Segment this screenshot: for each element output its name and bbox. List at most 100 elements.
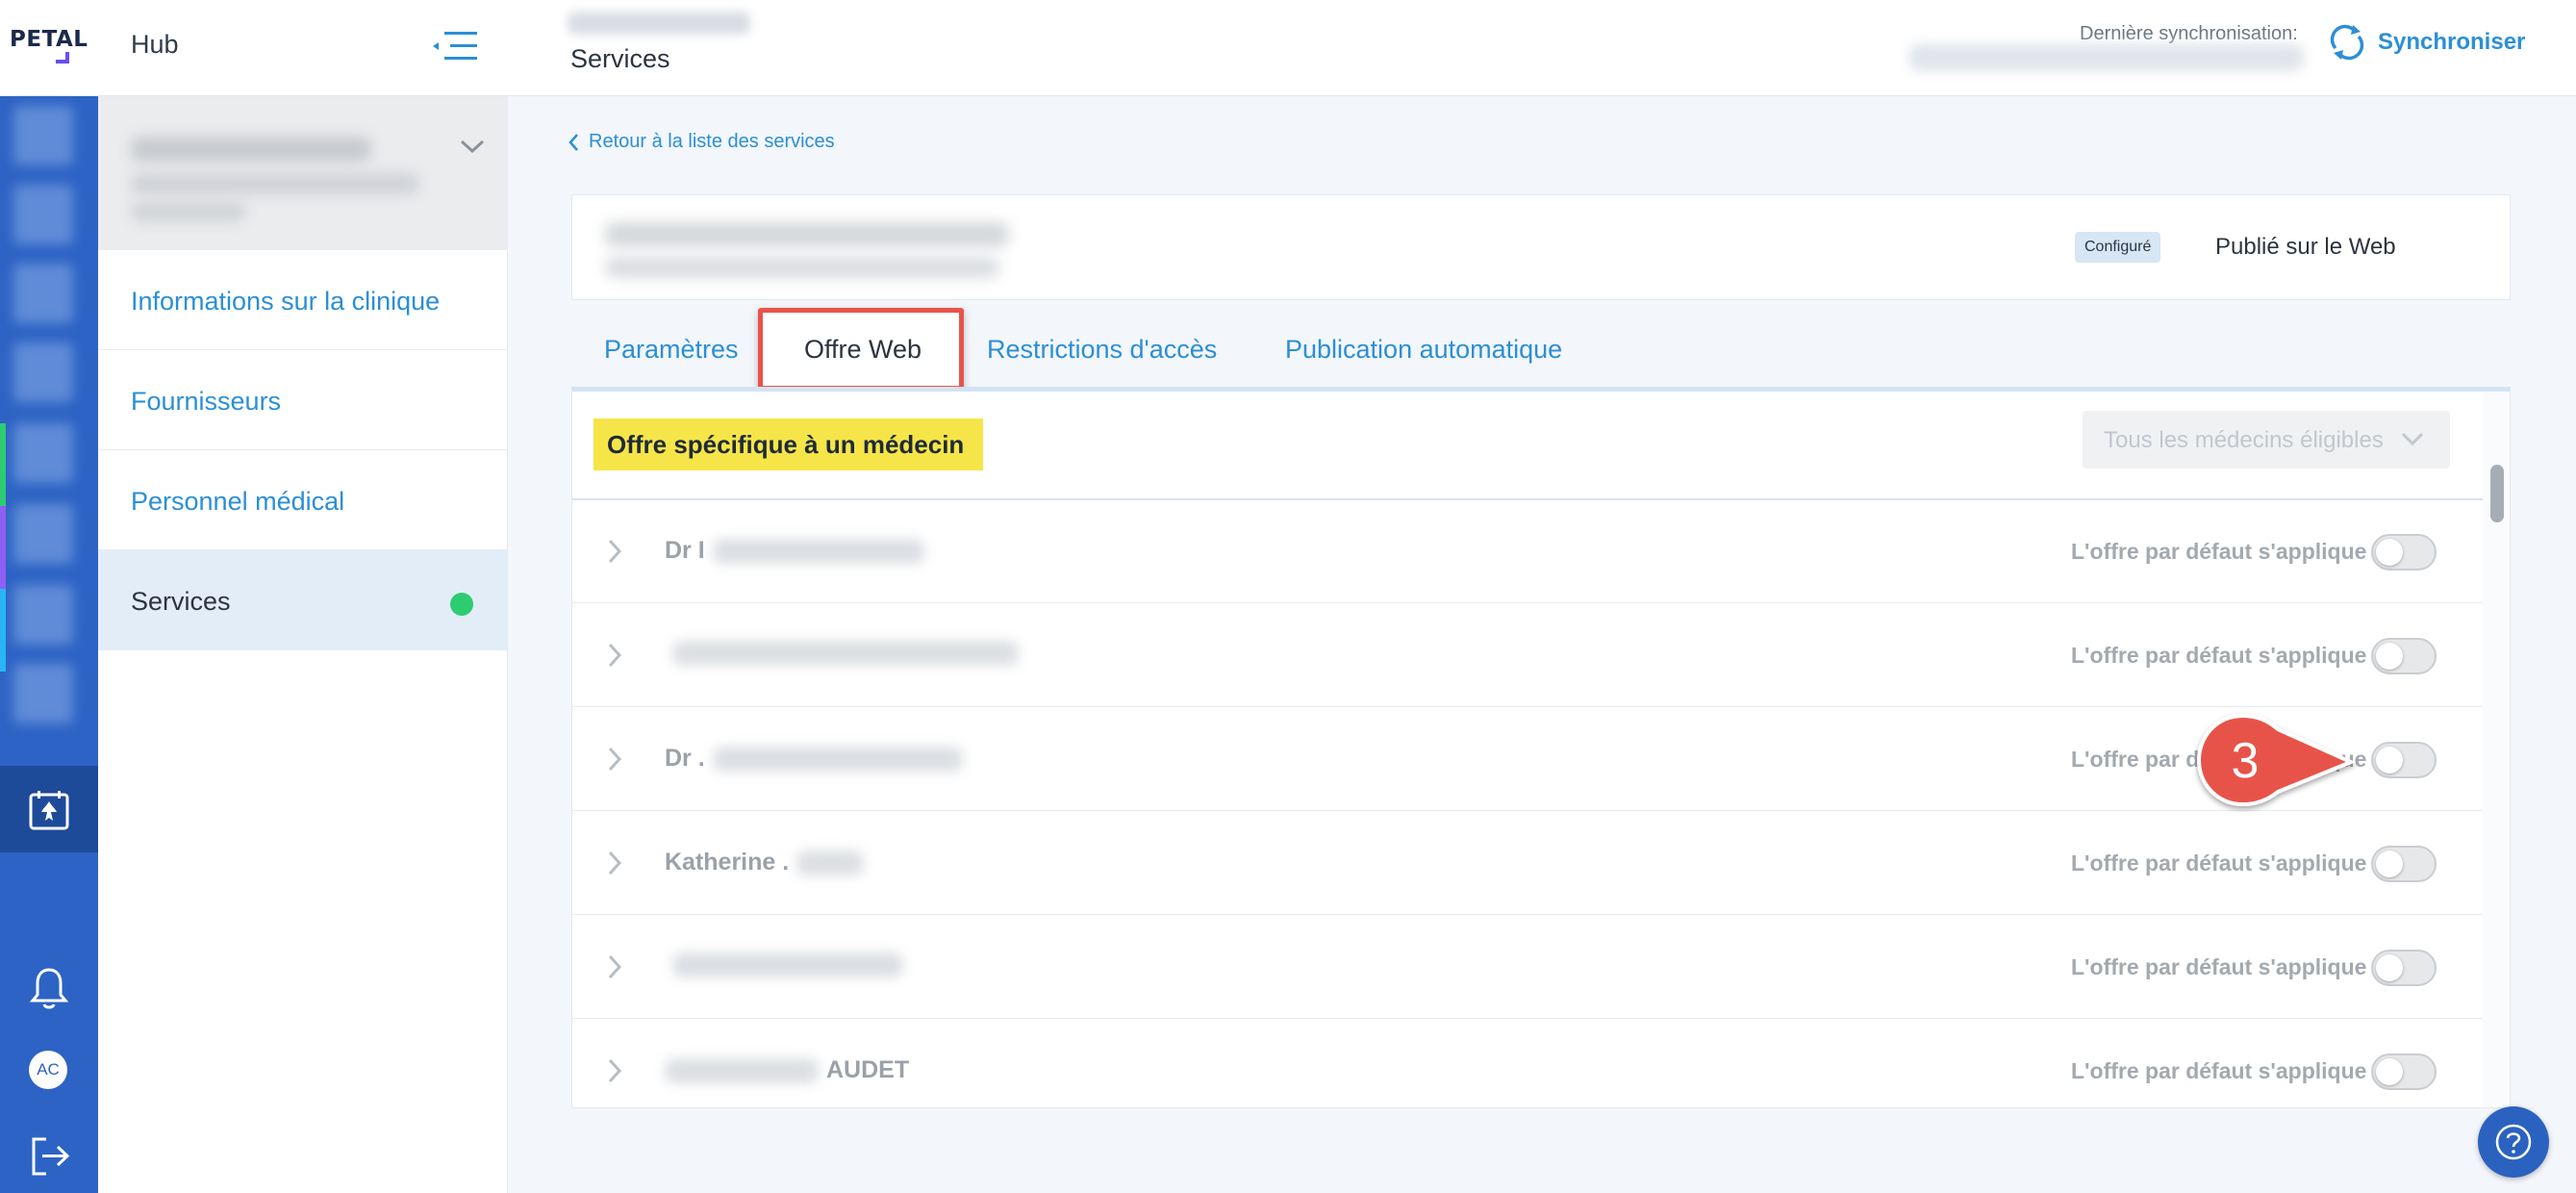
sidebar-item-label: Services	[131, 587, 231, 616]
sync-button-label: Synchroniser	[2378, 29, 2526, 55]
sidebar-item-services[interactable]: Services	[98, 550, 508, 650]
back-link-label: Retour à la liste des services	[589, 131, 835, 152]
logout-icon	[32, 1137, 70, 1176]
redacted-clinic-name	[131, 137, 371, 162]
status-dot	[450, 593, 473, 616]
rail-app-item[interactable]	[13, 185, 73, 244]
step-callout-marker: 3	[2195, 710, 2359, 812]
question-icon	[2478, 1106, 2549, 1178]
clinic-selector[interactable]	[98, 96, 508, 250]
app-rail: AC	[0, 96, 98, 1193]
default-offer-label: L'offre par défaut s'applique	[2071, 954, 2367, 979]
rail-app-item[interactable]	[13, 343, 73, 402]
logout-button[interactable]	[29, 1135, 71, 1182]
avatar[interactable]: AC	[29, 1051, 67, 1089]
chevron-right-icon[interactable]	[605, 1057, 624, 1084]
top-bar: PETAL Hub Services Dernière synchronisat…	[0, 0, 2576, 96]
sync-icon	[2330, 24, 2364, 61]
redacted-name	[672, 952, 903, 977]
sync-button[interactable]: Synchroniser	[2326, 21, 2525, 63]
sidebar-item-label: Informations sur la clinique	[131, 287, 441, 316]
rail-app-item[interactable]	[13, 106, 73, 165]
scrollbar-thumb[interactable]	[2490, 465, 2504, 522]
logo-mark-icon	[56, 52, 69, 63]
default-offer-label: L'offre par défaut s'applique	[2071, 1058, 2367, 1083]
callout-arrow-icon: 3	[2196, 713, 2357, 807]
notifications-button[interactable]	[29, 966, 69, 1015]
redacted-name	[665, 1057, 819, 1083]
tab-auto-publication[interactable]: Publication automatique	[1285, 335, 1562, 365]
back-to-services-link[interactable]: Retour à la liste des services	[568, 131, 835, 153]
doctor-row: L'offre par défaut s'applique	[572, 603, 2483, 707]
default-offer-toggle[interactable]	[2371, 846, 2437, 882]
section-title: Offre spécifique à un médecin	[593, 419, 984, 470]
rail-app-item[interactable]	[13, 504, 73, 564]
tab-settings[interactable]: Paramètres	[604, 335, 739, 365]
page-title: Services	[570, 44, 670, 73]
clinic-calendar-icon	[29, 791, 69, 830]
redacted-name	[796, 850, 865, 876]
doctor-name: AUDET	[665, 1056, 909, 1084]
doctor-name	[665, 952, 903, 977]
rail-app-item[interactable]	[13, 423, 73, 483]
redacted-name	[672, 641, 1019, 666]
help-button[interactable]	[2478, 1106, 2549, 1178]
bell-icon	[29, 968, 69, 1009]
doctor-row: Dr I L'offre par défaut s'applique	[572, 499, 2483, 603]
petal-logo: PETAL	[10, 27, 88, 52]
chevron-right-icon[interactable]	[605, 850, 624, 876]
rail-accent-green	[0, 423, 6, 506]
redacted-service-detail	[605, 257, 999, 278]
status-badge: Configuré	[2075, 232, 2161, 263]
chevron-right-icon[interactable]	[605, 642, 624, 669]
chevron-right-icon[interactable]	[605, 746, 624, 773]
published-status: Publié sur le Web	[2215, 234, 2396, 260]
rail-active-item[interactable]	[0, 766, 98, 852]
chevron-right-icon[interactable]	[605, 538, 624, 565]
redacted-service-name	[605, 222, 1009, 247]
default-offer-toggle[interactable]	[2371, 950, 2437, 986]
chevron-down-icon	[460, 140, 485, 154]
default-offer-toggle[interactable]	[2371, 638, 2437, 674]
tab-web-offer[interactable]: Offre Web	[804, 335, 922, 365]
tab-access-restrictions[interactable]: Restrictions d'accès	[987, 335, 1217, 365]
rail-app-item[interactable]	[13, 664, 73, 723]
redacted-sync-time	[1909, 44, 2304, 71]
chevron-down-icon	[2401, 432, 2424, 446]
last-sync-label: Dernière synchronisation:	[2080, 23, 2298, 44]
doctor-name: Dr I	[665, 537, 924, 565]
sidebar-item-label: Fournisseurs	[131, 387, 282, 416]
app-title: Hub	[131, 30, 179, 59]
rail-accent-cyan	[0, 589, 6, 672]
rail-app-item[interactable]	[13, 264, 73, 323]
chevron-right-icon[interactable]	[605, 953, 624, 980]
default-offer-toggle[interactable]	[2371, 1053, 2437, 1090]
sidebar-item-clinic-info[interactable]: Informations sur la clinique	[98, 250, 508, 350]
doctor-name: Katherine .	[665, 849, 865, 876]
sidebar-item-label: Personnel médical	[131, 487, 345, 516]
redacted-clinic-address	[131, 173, 419, 194]
redacted-name	[712, 538, 924, 564]
doctor-filter-value: Tous les médecins éligibles	[2104, 427, 2384, 453]
doctor-name: Dr .	[665, 745, 963, 773]
doctor-row: AUDET L'offre par défaut s'applique	[572, 1019, 2483, 1107]
sidebar: Informations sur la clinique Fournisseur…	[98, 96, 508, 1193]
doctor-name	[665, 641, 1019, 666]
doctor-row: Katherine . L'offre par défaut s'appliqu…	[572, 811, 2483, 915]
collapse-menu-icon	[433, 32, 477, 60]
default-offer-toggle[interactable]	[2371, 534, 2437, 571]
redacted-name	[712, 746, 963, 772]
default-offer-label: L'offre par défaut s'applique	[2071, 850, 2367, 876]
doctor-filter-select[interactable]: Tous les médecins éligibles	[2083, 411, 2450, 469]
rail-accent-purple	[0, 506, 6, 589]
default-offer-toggle[interactable]	[2371, 742, 2437, 778]
callout-number: 3	[2232, 733, 2260, 789]
collapse-sidebar-button[interactable]	[429, 27, 483, 65]
service-header-card: Configuré Publié sur le Web	[571, 194, 2511, 300]
chevron-left-icon	[568, 133, 578, 151]
redacted-clinic-detail	[131, 202, 246, 221]
rail-app-item[interactable]	[13, 585, 73, 645]
sidebar-item-medical-staff[interactable]: Personnel médical	[98, 450, 508, 550]
doctor-row: L'offre par défaut s'applique	[572, 915, 2483, 1019]
sidebar-item-suppliers[interactable]: Fournisseurs	[98, 350, 508, 450]
